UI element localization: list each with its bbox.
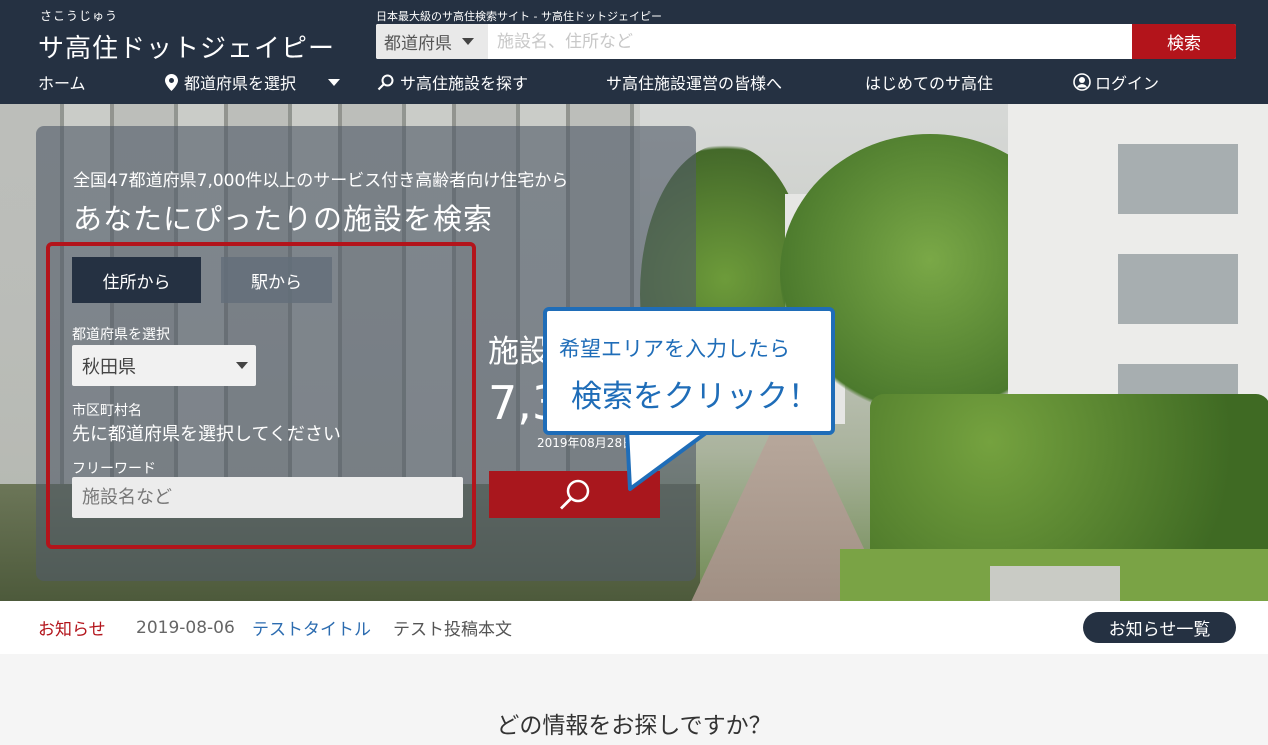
callout-line1: 希望エリアを入力したら (559, 337, 790, 361)
map-pin-icon (165, 73, 178, 91)
prefecture-select-label: 都道府県 (384, 34, 452, 54)
logo-ruby: さこうじゅう (40, 9, 119, 23)
panel-subtitle: 全国47都道府県7,000件以上のサービス付き高齢者向け住宅から (73, 171, 569, 191)
prefecture-select[interactable]: 都道府県 (376, 24, 488, 59)
tab-station[interactable]: 駅から (221, 257, 332, 303)
nav-home[interactable]: ホーム (38, 70, 86, 94)
tagline: 日本最大級のサ高住検索サイト - サ高住ドットジェイピー (376, 10, 662, 23)
news-body: テスト投稿本文 (393, 620, 512, 640)
news-bar: お知らせ 2019-08-06 テストタイトル テスト投稿本文 お知らせ一覧 (0, 601, 1268, 654)
site-logo[interactable]: サ高住ドットジェイピー (38, 28, 335, 65)
city-label: 市区町村名 (72, 403, 142, 419)
freeword-input[interactable] (72, 477, 463, 518)
tab-address[interactable]: 住所から (72, 257, 201, 303)
hint-callout: 希望エリアを入力したら 検索をクリック！ (543, 307, 835, 435)
nav-operators-label: サ高住施設運営の皆様へ (606, 74, 783, 93)
user-icon (1073, 73, 1091, 91)
search-icon (377, 74, 394, 90)
nav-login[interactable]: ログイン (1073, 70, 1159, 94)
nav-prefecture[interactable]: 都道府県を選択 (165, 70, 341, 94)
nav-beginners[interactable]: はじめてのサ高住 (865, 70, 993, 94)
site-header: さこうじゅう サ高住ドットジェイピー 日本最大級のサ高住検索サイト - サ高住ド… (0, 0, 1268, 104)
nav-operators[interactable]: サ高住施設運営の皆様へ (606, 70, 782, 94)
city-message: 先に都道府県を選択してください (72, 424, 341, 445)
callout-tail (625, 428, 712, 491)
search-icon (559, 479, 589, 509)
nav-prefecture-label: 都道府県を選択 (184, 74, 297, 93)
nav-login-label: ログイン (1095, 74, 1160, 93)
nav-find-label: サ高住施設を探す (400, 74, 529, 93)
nav-home-label: ホーム (38, 74, 86, 93)
header-search-button[interactable]: 検索 (1132, 24, 1236, 59)
news-list-button[interactable]: お知らせ一覧 (1083, 612, 1236, 643)
prefecture-dropdown[interactable]: 秋田県 (72, 345, 256, 386)
section-title: どの情報をお探しですか？ (496, 713, 772, 739)
chevron-down-icon (236, 362, 248, 369)
nav-beginners-label: はじめてのサ高住 (865, 74, 994, 93)
callout-line2: 検索をクリック！ (571, 379, 819, 415)
hero-background-hedge (870, 394, 1268, 554)
chevron-down-icon (462, 38, 474, 45)
main-nav: ホーム 都道府県を選択 サ高住施設を探す サ高住施設運営の皆様へ はじめてのサ高… (0, 70, 1268, 96)
header-search-bar: 都道府県 検索 (376, 24, 1236, 59)
hero: 全国47都道府県7,000件以上のサービス付き高齢者向け住宅から あなたにぴった… (0, 104, 1268, 601)
news-date: 2019-08-06 (136, 617, 235, 638)
hero-background-slab (990, 566, 1120, 601)
nav-find[interactable]: サ高住施設を探す (377, 70, 528, 94)
header-search-input[interactable] (488, 24, 1132, 59)
news-title-link[interactable]: テストタイトル (252, 615, 371, 640)
prefecture-label: 都道府県を選択 (72, 327, 170, 343)
news-label: お知らせ (38, 620, 106, 640)
chevron-down-icon (328, 78, 341, 86)
prefecture-dropdown-value: 秋田県 (82, 356, 136, 378)
panel-title: あなたにぴったりの施設を検索 (73, 202, 494, 236)
facility-count-label: 施設 (488, 334, 550, 370)
freeword-label: フリーワード (72, 461, 156, 477)
